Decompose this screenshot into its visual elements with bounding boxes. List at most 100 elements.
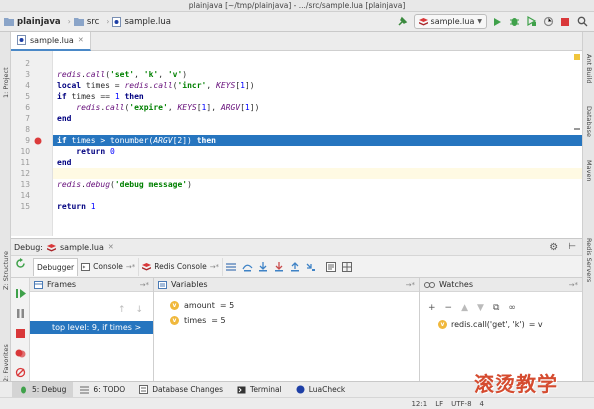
watches-panel: Watches →* + − ▲ ▼ ⧉ ∞ v redis.call('get… <box>420 278 582 381</box>
debug-icon[interactable] <box>507 15 521 29</box>
run-icon[interactable] <box>490 15 504 29</box>
editor-gutter[interactable]: 2 3 4 5 6 7 8 9 10 11 12 13 14 15 <box>11 51 53 236</box>
coverage-icon[interactable] <box>524 15 538 29</box>
move-down-icon[interactable]: ▼ <box>477 303 484 313</box>
folder-icon <box>4 17 14 26</box>
bug-icon <box>19 385 28 394</box>
database-icon <box>139 385 149 394</box>
frame-item-selected[interactable]: top level: 9, if times > <box>30 321 153 334</box>
debug-session-tab[interactable]: sample.lua <box>60 243 104 252</box>
resume-icon[interactable] <box>15 288 26 299</box>
variable-row[interactable]: v times = 5 <box>170 316 226 325</box>
tab-database-changes[interactable]: Database Changes <box>132 382 230 398</box>
duplicate-icon[interactable]: ⧉ <box>493 303 499 313</box>
move-up-icon[interactable]: ▲ <box>461 303 468 313</box>
current-execution-line: if times > tonumber(ARGV[2]) then <box>53 135 582 146</box>
force-step-into-icon[interactable] <box>273 261 285 273</box>
breadcrumb-file[interactable]: sample.lua <box>112 16 171 27</box>
run-to-cursor-icon[interactable] <box>305 261 317 273</box>
lua-icon <box>296 385 305 394</box>
glasses-icon[interactable]: ∞ <box>508 303 516 313</box>
hammer-build-icon[interactable] <box>396 15 410 29</box>
add-watch-icon[interactable]: + <box>428 303 436 313</box>
step-out-icon[interactable] <box>289 261 301 273</box>
file-encoding[interactable]: UTF-8 <box>451 400 471 408</box>
ant-build-tool-tab[interactable]: Ant Build <box>585 54 593 84</box>
evaluate-expression-icon[interactable] <box>325 261 337 273</box>
step-over-icon[interactable] <box>241 261 253 273</box>
line-number: 9 <box>25 136 30 145</box>
gear-icon[interactable]: ⚙ <box>549 242 558 253</box>
favorites-tool-tab[interactable]: 2: Favorites <box>2 344 10 382</box>
structure-tool-tab[interactable]: Z: Structure <box>2 251 10 290</box>
code-line: redis.debug('debug message') <box>57 180 192 189</box>
window-title: plainjava [~/tmp/plainjava] - .../src/sa… <box>188 1 406 10</box>
breadcrumb-separator: › <box>106 17 110 26</box>
debug-tool-header: Debug: sample.lua ✕ ⚙ ⊢ <box>11 238 582 256</box>
stop-icon[interactable] <box>558 15 572 29</box>
arrow-down-icon[interactable]: ↓ <box>136 305 144 315</box>
editor-tab-bar: sample.lua ✕ <box>11 31 582 51</box>
layout-grid-icon[interactable] <box>341 261 353 273</box>
tab-debugger[interactable]: Debugger <box>33 257 79 276</box>
line-number: 11 <box>20 158 30 167</box>
line-separator[interactable]: LF <box>435 400 443 408</box>
line-number: 4 <box>25 81 30 90</box>
pin-icon: →* <box>405 280 415 289</box>
title-bar: plainjava [~/tmp/plainjava] - .../src/sa… <box>0 0 594 12</box>
redis-servers-tool-tab[interactable]: Redis Servers <box>585 238 593 282</box>
redis-icon <box>47 243 57 252</box>
debug-controls <box>11 258 30 381</box>
code-editor[interactable]: redis.call('set', 'k', 'v') local times … <box>53 51 582 236</box>
tab-luacheck[interactable]: LuaCheck <box>289 382 352 398</box>
mute-breakpoints-icon[interactable] <box>15 367 26 378</box>
arrow-up-icon[interactable]: ↑ <box>118 305 126 315</box>
tab-debug[interactable]: 5: Debug <box>12 381 74 398</box>
watermark: 滚烫教学 <box>474 372 558 396</box>
stop-icon[interactable] <box>15 328 26 339</box>
maven-tool-tab[interactable]: Maven <box>585 160 593 182</box>
pin-icon: →* <box>568 280 578 289</box>
caret-line <box>53 168 582 179</box>
line-number: 12 <box>20 169 30 178</box>
profile-icon[interactable] <box>541 15 555 29</box>
database-tool-tab[interactable]: Database <box>585 106 593 137</box>
indent-size[interactable]: 4 <box>480 400 484 408</box>
debug-toolbar: Debugger Console →* Redis Console →* <box>11 256 582 278</box>
hide-panel-icon[interactable]: ⊢ <box>568 242 576 252</box>
close-icon[interactable]: ✕ <box>78 36 84 44</box>
breadcrumb-project[interactable]: plainjava <box>4 17 61 27</box>
pause-icon[interactable] <box>15 308 26 319</box>
tab-redis-console[interactable]: Redis Console →* <box>139 257 224 276</box>
variable-icon: v <box>170 316 179 325</box>
inspection-indicator[interactable] <box>574 54 580 60</box>
tab-todo[interactable]: 6: TODO <box>73 382 132 398</box>
status-bar: 12:1 LF UTF-8 4 <box>0 397 594 409</box>
right-tool-stripe: Ant Build Database Maven Redis Servers <box>582 32 594 381</box>
search-icon[interactable] <box>575 15 589 29</box>
remove-watch-icon[interactable]: − <box>445 303 453 313</box>
scroll-marker[interactable] <box>574 128 580 130</box>
watch-row[interactable]: v redis.call('get', 'k') = v <box>438 320 543 329</box>
line-number: 8 <box>25 125 30 134</box>
project-tool-tab[interactable]: 1: Project <box>2 67 10 98</box>
rerun-icon[interactable] <box>15 258 26 269</box>
show-execution-point-icon[interactable] <box>225 261 237 273</box>
view-breakpoints-icon[interactable] <box>15 348 26 359</box>
tab-console[interactable]: Console →* <box>78 257 140 276</box>
tab-terminal[interactable]: Terminal <box>230 382 289 398</box>
breakpoint-icon[interactable] <box>34 137 42 145</box>
close-icon[interactable]: ✕ <box>108 243 114 251</box>
variables-header: Variables →* <box>154 278 419 292</box>
code-line: return 0 <box>76 147 115 156</box>
left-tool-stripe: 1: Project Z: Structure 2: Favorites <box>0 32 11 382</box>
breadcrumb-folder[interactable]: src <box>73 17 99 27</box>
run-configuration-select[interactable]: sample.lua ▼ <box>413 14 487 29</box>
line-number: 14 <box>20 191 30 200</box>
redis-icon <box>142 262 152 271</box>
step-into-icon[interactable] <box>257 261 269 273</box>
caret-position[interactable]: 12:1 <box>411 400 427 408</box>
variable-row[interactable]: v amount = 5 <box>170 301 234 310</box>
frames-panel: Frames →* ↑ ↓ top level: 9, if times > <box>30 278 154 381</box>
editor-tab-sample-lua[interactable]: sample.lua ✕ <box>11 31 91 51</box>
